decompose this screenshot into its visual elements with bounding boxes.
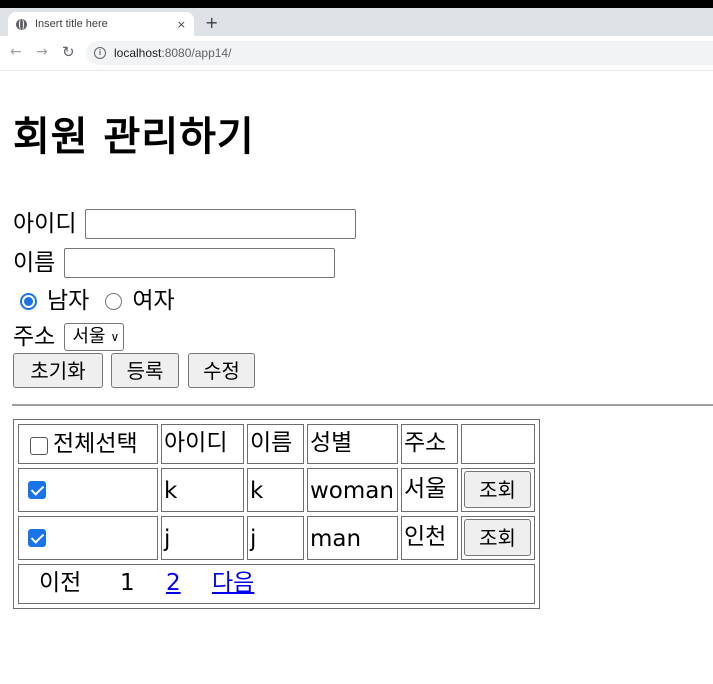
tab-title: Insert title here xyxy=(35,18,108,30)
address-bar[interactable]: i localhost:8080/app14/ xyxy=(86,41,713,65)
reload-icon[interactable]: ↻ xyxy=(62,44,75,60)
gender-male-label: 남자 xyxy=(47,288,90,314)
url-text: localhost:8080/app14/ xyxy=(114,46,231,60)
table-row-1-gender: woman xyxy=(307,468,398,512)
name-label: 이름 xyxy=(13,250,56,276)
table-row-1-select xyxy=(18,468,158,512)
pager-next-link[interactable]: 다음 xyxy=(212,566,254,600)
header-id: 아이디 xyxy=(161,424,244,464)
modify-button[interactable]: 수정 xyxy=(188,353,255,388)
tab-strip: Insert title here × + xyxy=(0,8,713,36)
gender-row: 남자 여자 xyxy=(20,285,175,317)
id-row: 아이디 xyxy=(13,208,357,240)
header-gender: 성별 xyxy=(307,424,398,464)
gender-female-radio[interactable] xyxy=(105,292,123,310)
table-row-2-id: j xyxy=(161,516,244,560)
chevron-down-icon: ∨ xyxy=(110,330,120,344)
page-title: 회원 관리하기 xyxy=(13,114,255,160)
id-label: 아이디 xyxy=(13,211,77,237)
pager-current-page: 1 xyxy=(120,570,135,596)
table-row-2-select xyxy=(18,516,158,560)
gender-female-label: 여자 xyxy=(132,288,175,314)
window-top-bar xyxy=(0,0,713,8)
table-row-1-name: k xyxy=(247,468,304,512)
header-action xyxy=(461,424,535,464)
row-1-view-button[interactable]: 조회 xyxy=(464,471,531,508)
browser-tab[interactable]: Insert title here × xyxy=(8,12,194,36)
address-select[interactable]: 서울 ∨ xyxy=(64,323,125,351)
info-icon[interactable]: i xyxy=(94,47,106,59)
back-arrow-icon[interactable]: ← xyxy=(10,44,22,60)
divider xyxy=(12,404,713,406)
row-2-checkbox[interactable] xyxy=(28,529,46,547)
close-icon[interactable]: × xyxy=(177,18,186,31)
name-input[interactable] xyxy=(64,248,336,278)
table-row-2-address: 인천 xyxy=(401,516,458,560)
forward-arrow-icon[interactable]: → xyxy=(36,44,48,60)
address-row: 주소 서울 ∨ xyxy=(13,321,125,353)
browser-toolbar: ← → ↻ i localhost:8080/app14/ xyxy=(0,36,713,71)
pager-cell xyxy=(18,564,535,604)
gender-male-radio[interactable] xyxy=(20,292,37,310)
button-row: 초기화 등록 수정 xyxy=(13,353,255,388)
row-2-view-button[interactable]: 조회 xyxy=(464,519,531,556)
table-row-1-id: k xyxy=(161,468,244,512)
table-row-1-action-cell: 조회 xyxy=(461,468,535,512)
reset-button[interactable]: 초기화 xyxy=(13,353,103,388)
url-path: :8080/app14/ xyxy=(161,46,232,60)
pager-page-2-link[interactable]: 2 xyxy=(166,566,181,600)
name-row: 이름 xyxy=(13,247,336,279)
table-row-1-address: 서울 xyxy=(401,468,458,512)
url-host: localhost xyxy=(114,46,162,60)
plus-icon[interactable]: + xyxy=(205,14,218,32)
table-row-2-action-cell: 조회 xyxy=(461,516,535,560)
pager-prev: 이전 xyxy=(39,570,82,596)
page-content: 회원 관리하기 아이디 이름 남자 여자 주소 서울 ∨ 초기화 등록 수정 전… xyxy=(0,71,713,684)
register-button[interactable]: 등록 xyxy=(111,353,179,388)
header-address: 주소 xyxy=(401,424,458,464)
table-row-2-name: j xyxy=(247,516,304,560)
row-1-checkbox[interactable] xyxy=(28,481,46,499)
header-select-all: 전체선택 xyxy=(18,424,158,464)
address-selected-value: 서울 xyxy=(72,326,106,347)
header-select-all-label: 전체선택 xyxy=(53,431,138,457)
member-table: 전체선택 아이디 이름 성별 주소 k k woman 서울 조회 j j ma… xyxy=(13,419,540,609)
address-label: 주소 xyxy=(13,324,56,350)
id-input[interactable] xyxy=(85,209,357,239)
header-name: 이름 xyxy=(247,424,304,464)
globe-icon xyxy=(16,18,27,30)
select-all-checkbox[interactable] xyxy=(30,437,48,455)
table-row-2-gender: man xyxy=(307,516,398,560)
